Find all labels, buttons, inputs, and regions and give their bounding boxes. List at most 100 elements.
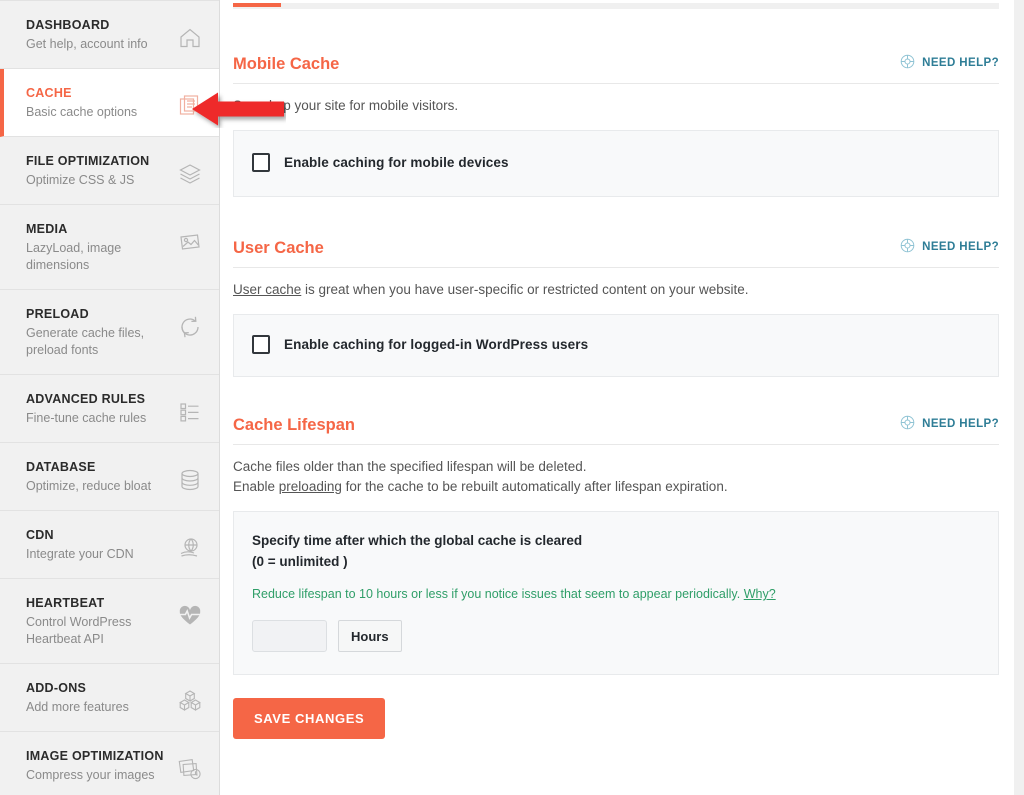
sidebar-item-title: ADD-ONS	[26, 681, 87, 695]
sidebar-item-text: HEARTBEAT Control WordPress Heartbeat AP…	[26, 595, 175, 648]
sidebar-item-subtitle: LazyLoad, image dimensions	[26, 241, 122, 272]
enable-mobile-cache-row[interactable]: Enable caching for mobile devices	[252, 153, 980, 172]
user-cache-doc-link[interactable]: User cache	[233, 282, 301, 297]
sidebar-item-title: FILE OPTIMIZATION	[26, 154, 150, 168]
section-mobile-cache: Mobile Cache NEED HELP? Speed up your si…	[233, 54, 999, 197]
sidebar-item-title: CACHE	[26, 86, 72, 100]
image-icon	[175, 227, 205, 257]
sidebar-nav: DASHBOARD Get help, account info CACHE B…	[0, 0, 220, 795]
cache-lifespan-panel: Specify time after which the global cach…	[233, 511, 999, 675]
sidebar-item-text: FILE OPTIMIZATION Optimize CSS & JS	[26, 153, 175, 189]
lifespan-why-link[interactable]: Why?	[744, 587, 776, 601]
section-title: Cache Lifespan	[233, 416, 355, 434]
need-help-label: NEED HELP?	[922, 57, 999, 69]
need-help-link[interactable]: NEED HELP?	[900, 238, 999, 256]
section-header: User Cache NEED HELP?	[233, 238, 999, 268]
cdn-globe-icon	[175, 533, 205, 563]
lifebuoy-icon	[900, 238, 915, 256]
sidebar-item-cache[interactable]: CACHE Basic cache options	[0, 69, 219, 137]
sidebar-item-preload[interactable]: PRELOAD Generate cache files, preload fo…	[0, 290, 219, 375]
enable-user-cache-checkbox[interactable]	[252, 335, 270, 354]
sidebar-item-image-optimization[interactable]: IMAGE OPTIMIZATION Compress your images	[0, 732, 219, 795]
lifespan-value-input[interactable]	[252, 620, 327, 652]
sidebar-item-title: DATABASE	[26, 460, 96, 474]
sidebar-item-heartbeat[interactable]: HEARTBEAT Control WordPress Heartbeat AP…	[0, 579, 219, 664]
preloading-link[interactable]: preloading	[279, 479, 342, 494]
cache-pages-icon	[175, 91, 205, 121]
sidebar-item-title: HEARTBEAT	[26, 596, 105, 610]
sidebar-item-media[interactable]: MEDIA LazyLoad, image dimensions	[0, 205, 219, 290]
sidebar-item-subtitle: Optimize CSS & JS	[26, 173, 135, 187]
sidebar-item-subtitle: Fine-tune cache rules	[26, 411, 147, 425]
sidebar-item-file-optimization[interactable]: FILE OPTIMIZATION Optimize CSS & JS	[0, 137, 219, 205]
lifespan-desc-suffix: for the cache to be rebuilt automaticall…	[341, 479, 728, 494]
need-help-label: NEED HELP?	[922, 241, 999, 253]
sidebar-item-subtitle: Compress your images	[26, 768, 155, 782]
sidebar-item-text: DASHBOARD Get help, account info	[26, 17, 175, 53]
need-help-label: NEED HELP?	[922, 418, 999, 430]
lifespan-note: Reduce lifespan to 10 hours or less if y…	[252, 585, 980, 603]
lifespan-unit-hours-button[interactable]: Hours	[338, 620, 402, 652]
sidebar-item-subtitle: Optimize, reduce bloat	[26, 479, 152, 493]
vertical-scrollbar[interactable]	[1014, 0, 1024, 795]
sidebar-item-text: MEDIA LazyLoad, image dimensions	[26, 221, 175, 274]
sidebar-item-subtitle: Generate cache files, preload fonts	[26, 326, 145, 357]
sidebar-item-text: ADVANCED RULES Fine-tune cache rules	[26, 391, 175, 427]
sidebar-item-text: CDN Integrate your CDN	[26, 527, 175, 563]
lifespan-panel-title-line1: Specify time after which the global cach…	[252, 533, 583, 548]
lifebuoy-icon	[900, 415, 915, 433]
sidebar-item-title: ADVANCED RULES	[26, 392, 146, 406]
lifespan-desc-prefix: Enable	[233, 479, 279, 494]
sidebar-item-text: PRELOAD Generate cache files, preload fo…	[26, 306, 175, 359]
sidebar-item-cdn[interactable]: CDN Integrate your CDN	[0, 511, 219, 579]
database-icon	[175, 465, 205, 495]
lifespan-panel-title-line2: (0 = unlimited )	[252, 554, 348, 569]
lifebuoy-icon	[900, 54, 915, 72]
need-help-link[interactable]: NEED HELP?	[900, 54, 999, 72]
sidebar-item-title: MEDIA	[26, 222, 68, 236]
save-changes-button[interactable]: SAVE CHANGES	[233, 698, 386, 739]
enable-mobile-cache-checkbox[interactable]	[252, 153, 270, 172]
section-description-rest: is great when you have user-specific or …	[301, 282, 749, 297]
section-description: Speed up your site for mobile visitors.	[233, 98, 459, 113]
refresh-icon	[175, 312, 205, 342]
lifespan-description-line1: Cache files older than the specified lif…	[233, 459, 587, 474]
sidebar-item-title: PRELOAD	[26, 307, 89, 321]
sidebar-item-text: IMAGE OPTIMIZATION Compress your images	[26, 748, 175, 784]
sidebar-item-database[interactable]: DATABASE Optimize, reduce bloat	[0, 443, 219, 511]
sidebar-item-subtitle: Get help, account info	[26, 37, 148, 51]
section-title: Mobile Cache	[233, 55, 340, 73]
sidebar-item-title: CDN	[26, 528, 54, 542]
sidebar-item-advanced-rules[interactable]: ADVANCED RULES Fine-tune cache rules	[0, 375, 219, 443]
lifespan-controls: Hours	[252, 620, 980, 652]
sidebar-item-subtitle: Add more features	[26, 700, 129, 714]
sidebar-item-dashboard[interactable]: DASHBOARD Get help, account info	[0, 0, 219, 69]
list-rules-icon	[175, 397, 205, 427]
image-stack-icon	[175, 754, 205, 784]
sidebar-item-subtitle: Basic cache options	[26, 105, 138, 119]
lifespan-description-line2: Enable preloading for the cache to be re…	[233, 477, 999, 497]
sidebar-item-subtitle: Integrate your CDN	[26, 547, 134, 561]
need-help-link[interactable]: NEED HELP?	[900, 415, 999, 433]
section-title: User Cache	[233, 239, 324, 257]
heartbeat-icon	[175, 601, 205, 631]
tab-active-indicator	[233, 3, 281, 7]
sidebar-item-text: ADD-ONS Add more features	[26, 680, 175, 716]
cubes-icon	[175, 686, 205, 716]
sidebar-item-title: IMAGE OPTIMIZATION	[26, 749, 164, 763]
rocket-settings-screen: DASHBOARD Get help, account info CACHE B…	[0, 0, 1024, 795]
mobile-cache-panel: Enable caching for mobile devices	[233, 130, 999, 197]
section-header: Cache Lifespan NEED HELP?	[233, 415, 999, 445]
enable-mobile-cache-label: Enable caching for mobile devices	[284, 155, 509, 170]
sidebar-item-subtitle: Control WordPress Heartbeat API	[26, 615, 132, 646]
sidebar-item-title: DASHBOARD	[26, 18, 110, 32]
enable-user-cache-row[interactable]: Enable caching for logged-in WordPress u…	[252, 335, 980, 354]
user-cache-panel: Enable caching for logged-in WordPress u…	[233, 314, 999, 377]
section-header: Mobile Cache NEED HELP?	[233, 54, 999, 84]
section-cache-lifespan: Cache Lifespan NEED HELP? Cache files ol…	[233, 415, 999, 739]
sidebar-item-add-ons[interactable]: ADD-ONS Add more features	[0, 664, 219, 732]
layers-icon	[175, 159, 205, 189]
tab-progress-bar	[233, 3, 999, 9]
home-icon	[175, 23, 205, 53]
section-description: User cache is great when you have user-s…	[233, 280, 999, 300]
